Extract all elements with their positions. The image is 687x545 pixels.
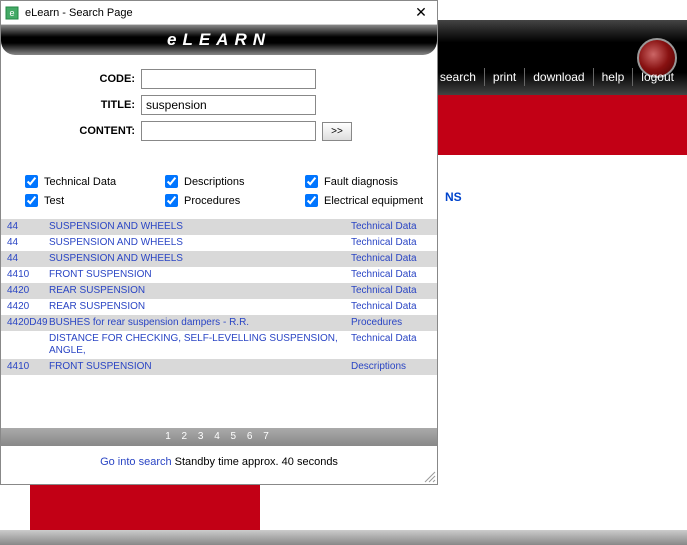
title-input[interactable] (141, 95, 316, 115)
menu-print[interactable]: print (484, 68, 524, 86)
result-code: 44 (7, 237, 49, 249)
result-title-link[interactable]: FRONT SUSPENSION (49, 361, 351, 373)
result-title-link[interactable]: FRONT SUSPENSION (49, 269, 351, 281)
check-electrical[interactable]: Electrical equipment (305, 194, 455, 207)
result-row[interactable]: 44SUSPENSION AND WHEELSTechnical Data (1, 251, 437, 267)
dialog-banner: eLEARN (1, 25, 437, 55)
result-title-link[interactable]: SUSPENSION AND WHEELS (49, 221, 351, 233)
search-form: CODE: TITLE: CONTENT: >> (1, 55, 437, 155)
result-row[interactable]: 4420REAR SUSPENSIONTechnical Data (1, 299, 437, 315)
result-type: Procedures (351, 317, 431, 329)
result-row[interactable]: 4420D49BUSHES for rear suspension damper… (1, 315, 437, 331)
result-title-link[interactable]: BUSHES for rear suspension dampers - R.R… (49, 317, 351, 329)
go-into-search-link[interactable]: Go into search (100, 456, 172, 468)
result-row[interactable]: 4410FRONT SUSPENSIONDescriptions (1, 359, 437, 375)
banner-text: eLEARN (167, 30, 271, 50)
result-type: Technical Data (351, 253, 431, 265)
footer-bar (0, 530, 687, 545)
result-code: 4420 (7, 301, 49, 313)
menu-download[interactable]: download (524, 68, 592, 86)
result-row[interactable]: 44SUSPENSION AND WHEELSTechnical Data (1, 235, 437, 251)
result-title-link[interactable]: DISTANCE FOR CHECKING, SELF-LEVELLING SU… (49, 333, 351, 357)
result-title-link[interactable]: REAR SUSPENSION (49, 285, 351, 297)
result-title-link[interactable]: REAR SUSPENSION (49, 301, 351, 313)
content-input[interactable] (141, 121, 316, 141)
check-procedures[interactable]: Procedures (165, 194, 305, 207)
result-type: Technical Data (351, 333, 431, 345)
result-code: 4420D49 (7, 317, 49, 329)
result-type: Technical Data (351, 269, 431, 281)
result-code: 44 (7, 221, 49, 233)
result-code: 4420 (7, 285, 49, 297)
result-title-link[interactable]: SUSPENSION AND WHEELS (49, 253, 351, 265)
result-title-link[interactable]: SUSPENSION AND WHEELS (49, 237, 351, 249)
result-type: Technical Data (351, 221, 431, 233)
dialog-title: eLearn - Search Page (25, 7, 409, 19)
close-icon: ✕ (415, 4, 427, 20)
menu-logout[interactable]: logout (632, 68, 682, 86)
result-type: Technical Data (351, 301, 431, 313)
code-input[interactable] (141, 69, 316, 89)
resize-grip[interactable] (422, 469, 436, 483)
code-label: CODE: (11, 73, 141, 85)
result-code: 4410 (7, 269, 49, 281)
result-type: Descriptions (351, 361, 431, 373)
pagination[interactable]: 1 2 3 4 5 6 7 (1, 428, 437, 446)
menu-help[interactable]: help (593, 68, 633, 86)
title-label: TITLE: (11, 99, 141, 111)
result-type: Technical Data (351, 237, 431, 249)
result-code: 4410 (7, 361, 49, 373)
check-test[interactable]: Test (25, 194, 165, 207)
check-fault-diagnosis[interactable]: Fault diagnosis (305, 175, 455, 188)
result-row[interactable]: DISTANCE FOR CHECKING, SELF-LEVELLING SU… (1, 331, 437, 359)
close-button[interactable]: ✕ (409, 3, 433, 23)
check-technical-data[interactable]: Technical Data (25, 175, 165, 188)
result-row[interactable]: 4410FRONT SUSPENSIONTechnical Data (1, 267, 437, 283)
filter-checkboxes: Technical Data Descriptions Fault diagno… (1, 155, 437, 219)
result-row[interactable]: 4420REAR SUSPENSIONTechnical Data (1, 283, 437, 299)
main-menu: e search print download help logout (407, 68, 682, 86)
result-row[interactable]: 44SUSPENSION AND WHEELSTechnical Data (1, 219, 437, 235)
result-type: Technical Data (351, 285, 431, 297)
search-dialog: e eLearn - Search Page ✕ eLEARN CODE: TI… (0, 0, 438, 485)
check-descriptions[interactable]: Descriptions (165, 175, 305, 188)
svg-text:e: e (9, 8, 14, 18)
result-code: 44 (7, 253, 49, 265)
menu-search[interactable]: search (431, 68, 484, 86)
dialog-titlebar[interactable]: e eLearn - Search Page ✕ (1, 1, 437, 25)
search-go-button[interactable]: >> (322, 122, 352, 141)
standby-text: Standby time approx. 40 seconds (172, 456, 338, 468)
dialog-footer: Go into search Standby time approx. 40 s… (1, 446, 437, 484)
content-label: CONTENT: (11, 125, 141, 137)
results-list: 44SUSPENSION AND WHEELSTechnical Data44S… (1, 219, 437, 428)
app-icon: e (5, 6, 19, 20)
